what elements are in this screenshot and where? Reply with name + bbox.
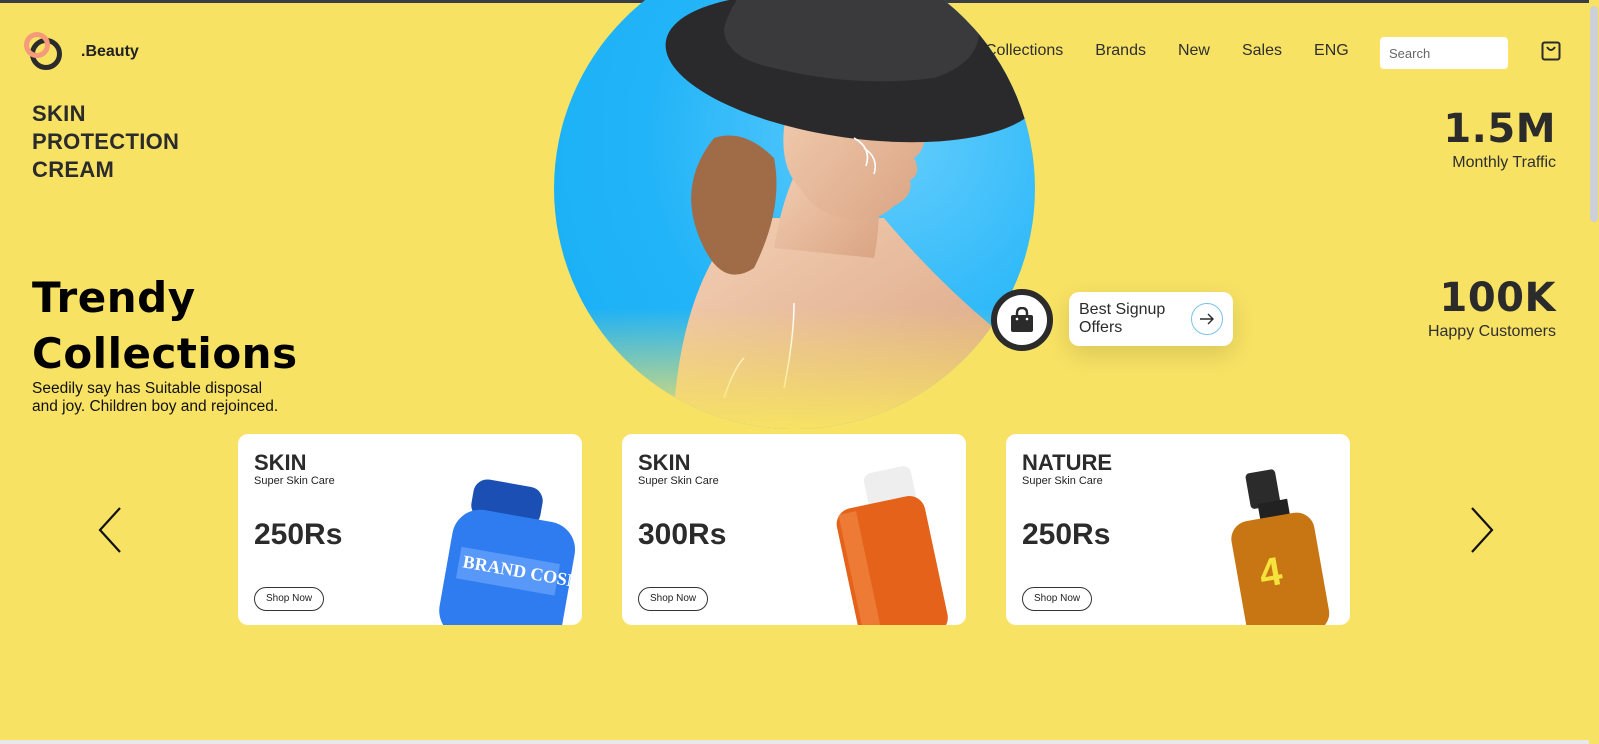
stat-label: Monthly Traffic <box>1452 154 1556 171</box>
nav-item-collections[interactable]: Collections <box>985 42 1063 60</box>
collections-title-line-1: Trendy <box>32 273 196 322</box>
brand-logo[interactable] <box>24 32 64 72</box>
shopping-bag-icon <box>1011 307 1033 332</box>
nav-item-new[interactable]: New <box>1178 42 1210 60</box>
bottom-border <box>0 740 1589 744</box>
collections-title: Trendy Collections <box>32 270 298 382</box>
cart-icon[interactable] <box>1541 41 1561 61</box>
stat-monthly-traffic: 1.5M Monthly Traffic <box>1443 106 1556 172</box>
nav-item-brands[interactable]: Brands <box>1095 42 1146 60</box>
product-price: 250Rs <box>1022 518 1111 551</box>
product-card[interactable]: NATURE Super Skin Care 250Rs Shop Now 4 <box>1006 434 1350 625</box>
orange-bottle-image <box>836 466 948 625</box>
amber-spray-bottle-image: 4 <box>1231 469 1330 625</box>
nav-item-sales[interactable]: Sales <box>1242 42 1282 60</box>
carousel-next-icon[interactable] <box>1466 505 1496 555</box>
product-card[interactable]: SKIN Super Skin Care 250Rs Shop Now BRAN… <box>238 434 582 625</box>
stat-value: 100K <box>1439 275 1556 321</box>
blue-bottle-image: BRAND COSMETICS <box>439 479 582 625</box>
headline-line-2: PROTECTION <box>32 129 180 154</box>
product-title: NATURE <box>1022 450 1113 475</box>
hero-headline: SKIN PROTECTION CREAM <box>32 100 232 184</box>
signup-label: Best Signup Offers <box>1079 301 1166 336</box>
shop-now-button[interactable]: Shop Now <box>1022 587 1093 611</box>
model-with-hat-illustration <box>554 0 1035 429</box>
search-input[interactable] <box>1380 37 1508 69</box>
scrollbar-thumb[interactable] <box>1590 6 1598 222</box>
main-nav: Collections Brands New Sales ENG <box>985 42 1381 60</box>
vertical-scrollbar[interactable] <box>1589 0 1599 744</box>
logo-pink-ring <box>24 32 50 58</box>
headline-line-3: CREAM <box>32 157 115 182</box>
stat-value: 1.5M <box>1443 106 1556 152</box>
stat-happy-customers: 100K Happy Customers <box>1428 275 1556 341</box>
signup-offer-card[interactable]: Best Signup Offers <box>1069 292 1233 346</box>
headline-line-1: SKIN <box>32 101 86 126</box>
brand-name[interactable]: .Beauty <box>81 43 139 61</box>
product-subtitle: Super Skin Care <box>254 475 335 487</box>
shopping-bag-button[interactable] <box>991 289 1053 351</box>
product-price: 250Rs <box>254 518 343 551</box>
product-subtitle: Super Skin Care <box>1022 475 1103 487</box>
arrow-right-icon[interactable] <box>1191 303 1223 335</box>
nav-item-language[interactable]: ENG <box>1314 42 1349 60</box>
stat-label: Happy Customers <box>1427 323 1556 340</box>
product-title: SKIN <box>638 450 691 475</box>
shop-now-button[interactable]: Shop Now <box>638 587 709 611</box>
product-title: SKIN <box>254 450 307 475</box>
hero-image <box>554 0 1035 429</box>
product-subtitle: Super Skin Care <box>638 475 719 487</box>
shop-now-button[interactable]: Shop Now <box>254 587 325 611</box>
carousel-prev-icon[interactable] <box>96 505 126 555</box>
product-price: 300Rs <box>638 518 727 551</box>
collections-title-line-2: Collections <box>32 329 298 378</box>
product-card[interactable]: SKIN Super Skin Care 300Rs Shop Now <box>622 434 966 625</box>
hero-description: Seedily say has Suitable disposal and jo… <box>32 380 279 415</box>
